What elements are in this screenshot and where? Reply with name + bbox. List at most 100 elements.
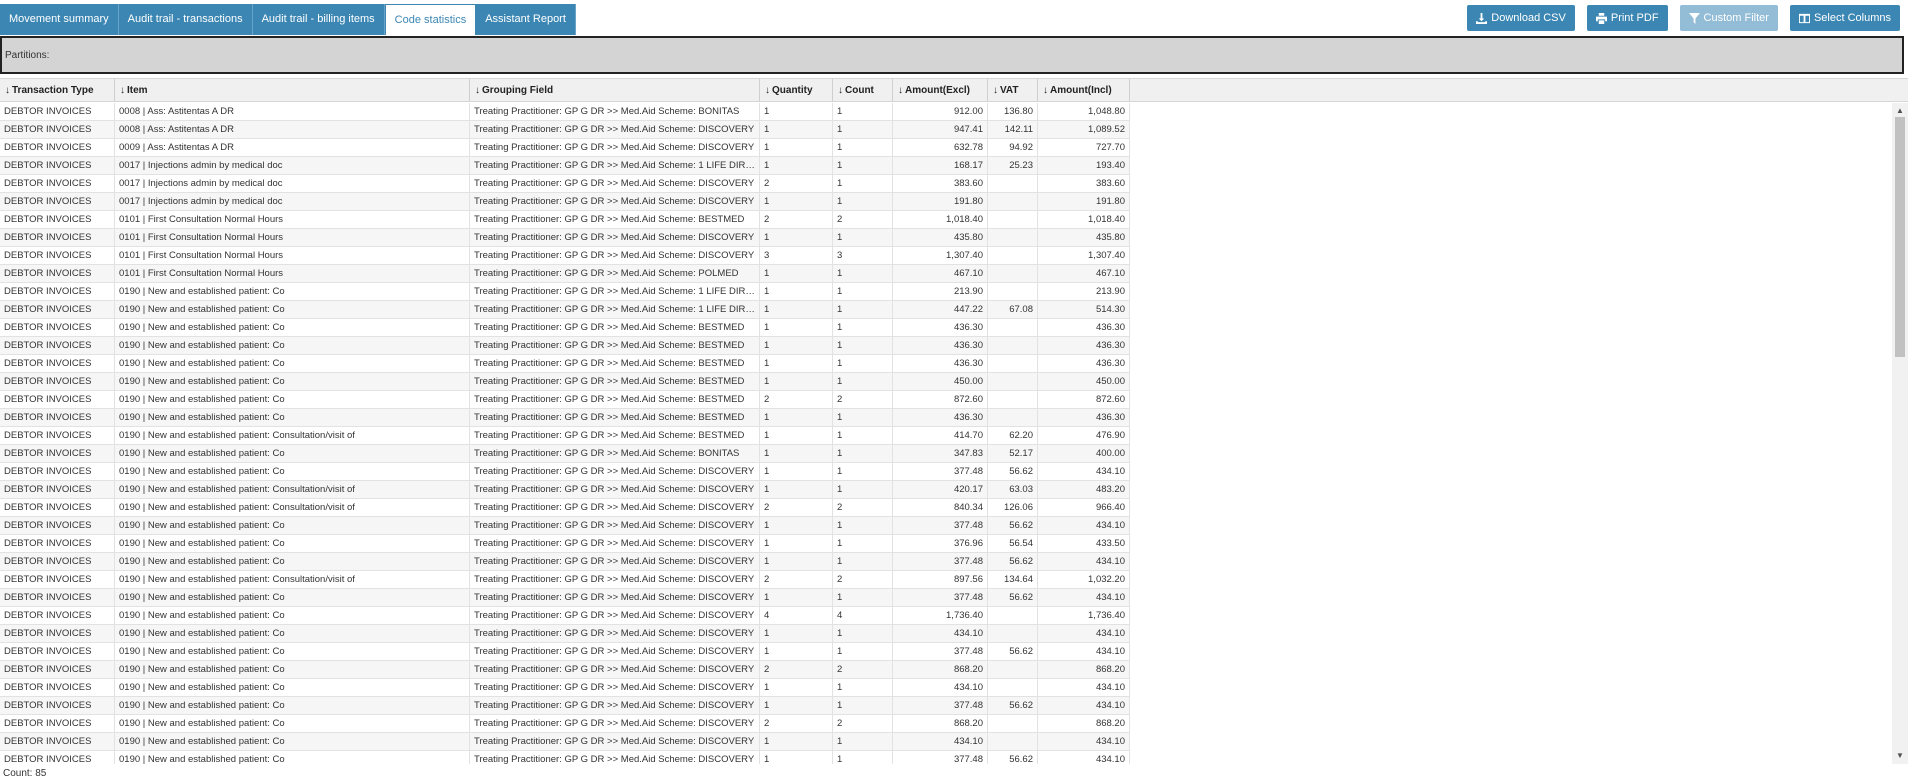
table-row[interactable]: DEBTOR INVOICES 0190 | New and establishe…: [0, 535, 1130, 553]
vertical-scrollbar[interactable]: ▲ ▼: [1892, 103, 1908, 764]
column-header-quantity[interactable]: ↓ Quantity: [760, 79, 833, 102]
table-row[interactable]: DEBTOR INVOICES 0190 | New and establishe…: [0, 553, 1130, 571]
table-row[interactable]: DEBTOR INVOICES 0190 | New and establishe…: [0, 643, 1130, 661]
table-row[interactable]: DEBTOR INVOICES 0190 | New and establishe…: [0, 571, 1130, 589]
cell-count: 1: [833, 625, 893, 642]
column-header-label: Item: [127, 85, 148, 96]
table-row[interactable]: DEBTOR INVOICES 0017 | Injections admin b…: [0, 157, 1130, 175]
cell-vat: 25.23: [988, 157, 1038, 174]
cell-quantity: 1: [760, 373, 833, 390]
column-header-count[interactable]: ↓ Count: [833, 79, 893, 102]
sort-arrow-icon[interactable]: ↓: [120, 85, 125, 96]
cell-transaction-type: DEBTOR INVOICES: [0, 535, 115, 552]
table-row[interactable]: DEBTOR INVOICES 0190 | New and establishe…: [0, 301, 1130, 319]
column-header-vat[interactable]: ↓ VAT: [988, 79, 1038, 102]
column-header-amount-incl[interactable]: ↓ Amount(Incl): [1038, 79, 1130, 102]
cell-vat: [988, 265, 1038, 282]
toolbar: Download CSV Print PDF Custom Filter Sel…: [1467, 5, 1900, 31]
cell-vat: 56.62: [988, 643, 1038, 660]
table-row[interactable]: DEBTOR INVOICES 0101 | First Consultation…: [0, 247, 1130, 265]
cell-amount-excl: 434.10: [893, 625, 988, 642]
scroll-down-icon[interactable]: ▼: [1896, 752, 1904, 760]
cell-grouping-field: Treating Practitioner: GP G DR >> Med.Ai…: [470, 697, 760, 714]
cell-count: 1: [833, 445, 893, 462]
download-csv-button[interactable]: Download CSV: [1467, 5, 1575, 31]
table-row[interactable]: DEBTOR INVOICES 0017 | Injections admin b…: [0, 175, 1130, 193]
cell-item: 0190 | New and established patient: Co: [115, 553, 470, 570]
sort-arrow-icon[interactable]: ↓: [1043, 85, 1048, 96]
cell-amount-excl: 376.96: [893, 535, 988, 552]
table-row[interactable]: DEBTOR INVOICES 0190 | New and establishe…: [0, 481, 1130, 499]
cell-transaction-type: DEBTOR INVOICES: [0, 373, 115, 390]
table-row[interactable]: DEBTOR INVOICES 0190 | New and establishe…: [0, 409, 1130, 427]
table-row[interactable]: DEBTOR INVOICES 0190 | New and establishe…: [0, 355, 1130, 373]
cell-amount-incl: 434.10: [1038, 517, 1130, 534]
table-row[interactable]: DEBTOR INVOICES 0101 | First Consultation…: [0, 229, 1130, 247]
cell-count: 2: [833, 211, 893, 228]
sort-arrow-icon[interactable]: ↓: [993, 85, 998, 96]
table-row[interactable]: DEBTOR INVOICES 0190 | New and establishe…: [0, 679, 1130, 697]
cell-transaction-type: DEBTOR INVOICES: [0, 265, 115, 282]
partitions-bar[interactable]: Partitions:: [0, 36, 1904, 74]
cell-quantity: 1: [760, 193, 833, 210]
select-columns-button[interactable]: Select Columns: [1789, 5, 1900, 31]
column-header-grouping-field[interactable]: ↓ Grouping Field: [470, 79, 760, 102]
cell-amount-incl: 434.10: [1038, 643, 1130, 660]
cell-grouping-field: Treating Practitioner: GP G DR >> Med.Ai…: [470, 121, 760, 138]
cell-vat: 56.62: [988, 751, 1038, 764]
table-row[interactable]: DEBTOR INVOICES 0190 | New and establishe…: [0, 319, 1130, 337]
tab-movement-summary[interactable]: Movement summary: [0, 4, 119, 35]
cell-amount-incl: 868.20: [1038, 661, 1130, 678]
table-row[interactable]: DEBTOR INVOICES 0190 | New and establishe…: [0, 463, 1130, 481]
table-row[interactable]: DEBTOR INVOICES 0190 | New and establishe…: [0, 445, 1130, 463]
sort-arrow-icon[interactable]: ↓: [765, 85, 770, 96]
cell-vat: [988, 733, 1038, 750]
tab-audit-trail-billing-items[interactable]: Audit trail - billing items: [252, 4, 385, 35]
column-header-item[interactable]: ↓ Item: [115, 79, 470, 102]
column-header-transaction-type[interactable]: ↓ Transaction Type: [0, 79, 115, 102]
table-row[interactable]: DEBTOR INVOICES 0190 | New and establishe…: [0, 607, 1130, 625]
table-row[interactable]: DEBTOR INVOICES 0190 | New and establishe…: [0, 517, 1130, 535]
column-header-label: Quantity: [772, 85, 813, 96]
table-row[interactable]: DEBTOR INVOICES 0190 | New and establishe…: [0, 625, 1130, 643]
table-row[interactable]: DEBTOR INVOICES 0190 | New and establishe…: [0, 589, 1130, 607]
table-row[interactable]: DEBTOR INVOICES 0101 | First Consultation…: [0, 265, 1130, 283]
table-row[interactable]: DEBTOR INVOICES 0190 | New and establishe…: [0, 337, 1130, 355]
cell-amount-excl: 868.20: [893, 715, 988, 732]
sort-arrow-icon[interactable]: ↓: [838, 85, 843, 96]
cell-item: 0190 | New and established patient: Co: [115, 715, 470, 732]
table-row[interactable]: DEBTOR INVOICES 0009 | Ass: Astitentas A …: [0, 139, 1130, 157]
column-header-amount-excl[interactable]: ↓ Amount(Excl): [893, 79, 988, 102]
print-pdf-button[interactable]: Print PDF: [1586, 5, 1668, 31]
cell-quantity: 1: [760, 409, 833, 426]
table-row[interactable]: DEBTOR INVOICES 0190 | New and establishe…: [0, 427, 1130, 445]
table-row[interactable]: DEBTOR INVOICES 0190 | New and establishe…: [0, 733, 1130, 751]
table-row[interactable]: DEBTOR INVOICES 0008 | Ass: Astitentas A …: [0, 121, 1130, 139]
table-row[interactable]: DEBTOR INVOICES 0190 | New and establishe…: [0, 283, 1130, 301]
tab-assistant-report[interactable]: Assistant Report: [476, 4, 576, 35]
tab-audit-trail-transactions[interactable]: Audit trail - transactions: [118, 4, 253, 35]
table-row[interactable]: DEBTOR INVOICES 0190 | New and establishe…: [0, 499, 1130, 517]
print-icon: [1595, 12, 1607, 24]
custom-filter-button[interactable]: Custom Filter: [1679, 5, 1778, 31]
scrollbar-thumb[interactable]: [1895, 117, 1905, 357]
sort-arrow-icon[interactable]: ↓: [475, 85, 480, 96]
table-row[interactable]: DEBTOR INVOICES 0101 | First Consultation…: [0, 211, 1130, 229]
cell-grouping-field: Treating Practitioner: GP G DR >> Med.Ai…: [470, 193, 760, 210]
print-pdf-label: Print PDF: [1610, 12, 1659, 24]
sort-arrow-icon[interactable]: ↓: [898, 85, 903, 96]
table-row[interactable]: DEBTOR INVOICES 0190 | New and establishe…: [0, 715, 1130, 733]
table-row[interactable]: DEBTOR INVOICES 0190 | New and establishe…: [0, 697, 1130, 715]
sort-arrow-icon[interactable]: ↓: [5, 85, 10, 96]
table-row[interactable]: DEBTOR INVOICES 0017 | Injections admin b…: [0, 193, 1130, 211]
table-row[interactable]: DEBTOR INVOICES 0190 | New and establishe…: [0, 751, 1130, 764]
scroll-up-icon[interactable]: ▲: [1896, 107, 1904, 115]
table-row[interactable]: DEBTOR INVOICES 0190 | New and establishe…: [0, 391, 1130, 409]
cell-amount-incl: 434.10: [1038, 463, 1130, 480]
cell-item: 0101 | First Consultation Normal Hours: [115, 247, 470, 264]
table-row[interactable]: DEBTOR INVOICES 0190 | New and establishe…: [0, 373, 1130, 391]
cell-item: 0190 | New and established patient: Co: [115, 319, 470, 336]
table-row[interactable]: DEBTOR INVOICES 0008 | Ass: Astitentas A …: [0, 103, 1130, 121]
tab-code-statistics[interactable]: Code statistics: [384, 4, 477, 35]
table-row[interactable]: DEBTOR INVOICES 0190 | New and establishe…: [0, 661, 1130, 679]
